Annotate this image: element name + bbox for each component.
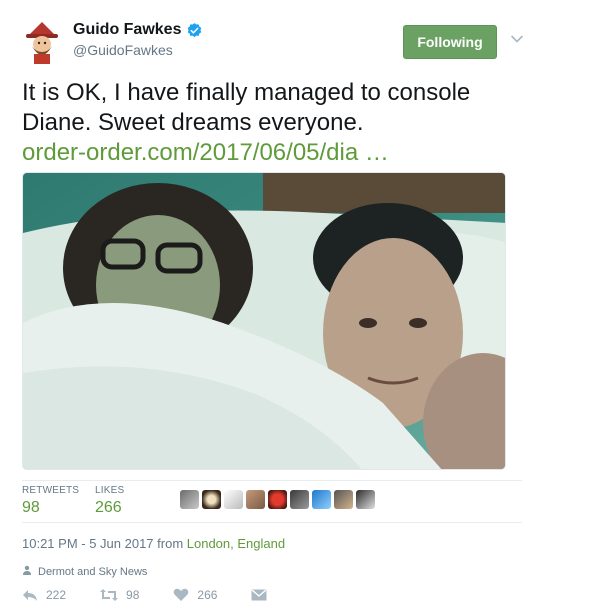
tweet-text-line-2: Diane. Sweet dreams everyone. xyxy=(22,109,364,136)
divider xyxy=(22,480,522,481)
tweet-text: It is OK, I have finally managed to cons… xyxy=(22,78,542,168)
author-handle[interactable]: @GuidoFawkes xyxy=(73,42,173,58)
retweets-stat[interactable]: RETWEETS 98 xyxy=(22,485,79,517)
retweets-label: RETWEETS xyxy=(22,485,80,496)
liker-avatar[interactable] xyxy=(180,490,199,509)
tweet-timestamp[interactable]: 10:21 PM - 5 Jun 2017 from London, Engla… xyxy=(22,536,285,551)
liker-avatar[interactable] xyxy=(290,490,309,509)
reply-count: 222 xyxy=(46,588,67,602)
author-name-text[interactable]: Guido Fawkes xyxy=(73,21,181,39)
likes-stat[interactable]: LIKES 266 xyxy=(95,485,124,517)
following-button[interactable]: Following xyxy=(403,25,497,59)
envelope-icon xyxy=(251,589,267,601)
context-text[interactable]: Dermot and Sky News xyxy=(38,566,147,578)
tweet-location-link[interactable]: London, England xyxy=(187,536,285,551)
timestamp-text[interactable]: 10:21 PM - 5 Jun 2017 from xyxy=(22,536,187,551)
retweet-count: 98 xyxy=(126,588,140,602)
tweet-link[interactable]: order-order.com/2017/06/05/dia … xyxy=(22,139,389,166)
liker-avatar[interactable] xyxy=(356,490,375,509)
avatar[interactable] xyxy=(22,20,62,64)
tweet-photo[interactable] xyxy=(22,172,506,470)
reply-icon xyxy=(22,588,38,602)
liker-avatars xyxy=(180,490,375,509)
direct-message-button[interactable] xyxy=(251,589,267,601)
liked-by-context[interactable]: Dermot and Sky News xyxy=(22,565,147,578)
likes-value[interactable]: 266 xyxy=(95,499,124,517)
liker-avatar[interactable] xyxy=(312,490,331,509)
heart-icon xyxy=(173,588,189,602)
liker-avatar[interactable] xyxy=(268,490,287,509)
author-name[interactable]: Guido Fawkes xyxy=(73,21,203,39)
person-icon xyxy=(22,565,32,578)
verified-badge-icon xyxy=(186,22,203,39)
divider xyxy=(22,522,522,523)
like-count: 266 xyxy=(197,588,218,602)
liker-avatar[interactable] xyxy=(224,490,243,509)
tweet-actions: 222 98 266 xyxy=(22,588,301,602)
tweet-text-line-1: It is OK, I have finally managed to cons… xyxy=(22,79,471,106)
liker-avatar[interactable] xyxy=(246,490,265,509)
retweet-button[interactable]: 98 xyxy=(100,588,139,602)
chevron-down-icon[interactable] xyxy=(510,32,524,46)
liker-avatar[interactable] xyxy=(202,490,221,509)
like-button[interactable]: 266 xyxy=(173,588,217,602)
liker-avatar[interactable] xyxy=(334,490,353,509)
retweet-icon xyxy=(100,588,119,602)
retweets-value[interactable]: 98 xyxy=(22,499,79,517)
reply-button[interactable]: 222 xyxy=(22,588,66,602)
likes-label: LIKES xyxy=(95,485,125,496)
